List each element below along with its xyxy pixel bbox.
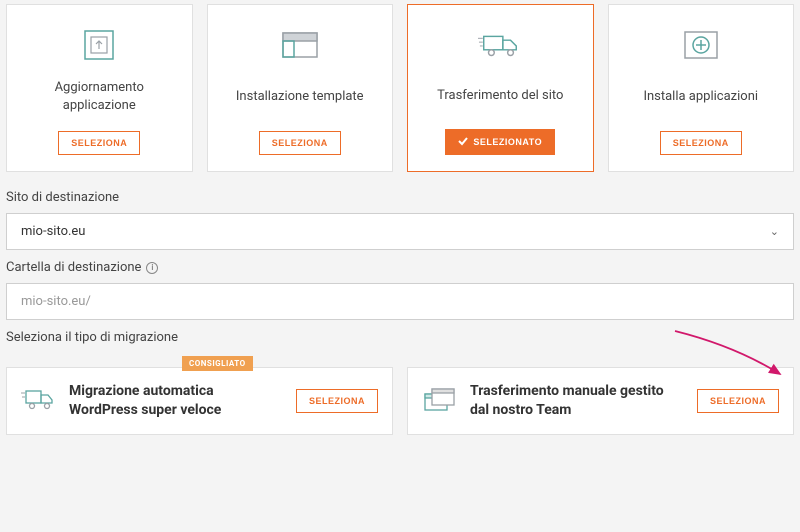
card-install-template[interactable]: Installazione template SELEZIONA — [207, 4, 394, 172]
dest-site-section: Sito di destinazione mio-sito.eu ⌄ — [0, 184, 800, 254]
migration-option-title: Migrazione automatica WordPress super ve… — [69, 382, 284, 420]
migration-option-manual[interactable]: Trasferimento manuale gestito dal nostro… — [407, 367, 794, 435]
select-button[interactable]: SELEZIONA — [58, 131, 140, 155]
dest-folder-section: Cartella di destinazione i — [0, 254, 800, 324]
dest-folder-label-text: Cartella di destinazione — [6, 260, 141, 275]
card-title: Installa applicazioni — [643, 88, 758, 106]
select-button[interactable]: SELEZIONA — [660, 131, 742, 155]
selected-button[interactable]: SELEZIONATO — [445, 129, 555, 155]
recommended-badge: CONSIGLIATO — [182, 356, 253, 371]
select-button[interactable]: SELEZIONA — [259, 131, 341, 155]
add-circle-icon — [679, 23, 723, 67]
select-button[interactable]: SELEZIONA — [697, 389, 779, 413]
truck-icon — [478, 23, 522, 67]
migration-option-title: Trasferimento manuale gestito dal nostro… — [470, 382, 685, 420]
migration-section: Seleziona il tipo di migrazione — [0, 324, 800, 357]
card-update-app[interactable]: Aggiornamento applicazione SELEZIONA — [6, 4, 193, 172]
upload-icon — [77, 23, 121, 67]
template-icon — [278, 23, 322, 67]
dest-site-value: mio-sito.eu — [21, 224, 85, 239]
windows-icon — [422, 386, 458, 416]
card-install-apps[interactable]: Installa applicazioni SELEZIONA — [608, 4, 795, 172]
migration-options-row: CONSIGLIATO Migrazione automatica WordPr… — [0, 363, 800, 439]
dest-site-label: Sito di destinazione — [6, 190, 794, 205]
service-cards-row: Aggiornamento applicazione SELEZIONA Ins… — [0, 0, 800, 184]
chevron-down-icon: ⌄ — [770, 225, 779, 238]
check-icon — [458, 136, 468, 148]
button-label: SELEZIONATO — [473, 137, 542, 147]
dest-site-select[interactable]: mio-sito.eu ⌄ — [6, 213, 794, 250]
info-icon[interactable]: i — [146, 262, 158, 274]
dest-folder-input[interactable] — [6, 283, 794, 320]
select-button[interactable]: SELEZIONA — [296, 389, 378, 413]
card-title: Installazione template — [236, 88, 364, 106]
card-site-transfer[interactable]: Trasferimento del sito SELEZIONATO — [407, 4, 594, 172]
migration-label: Seleziona il tipo di migrazione — [6, 330, 794, 345]
dest-folder-label: Cartella di destinazione i — [6, 260, 794, 275]
card-title: Aggiornamento applicazione — [17, 79, 182, 115]
card-title: Trasferimento del sito — [437, 87, 563, 105]
migration-option-auto[interactable]: CONSIGLIATO Migrazione automatica WordPr… — [6, 367, 393, 435]
truck-fast-icon — [21, 386, 57, 416]
